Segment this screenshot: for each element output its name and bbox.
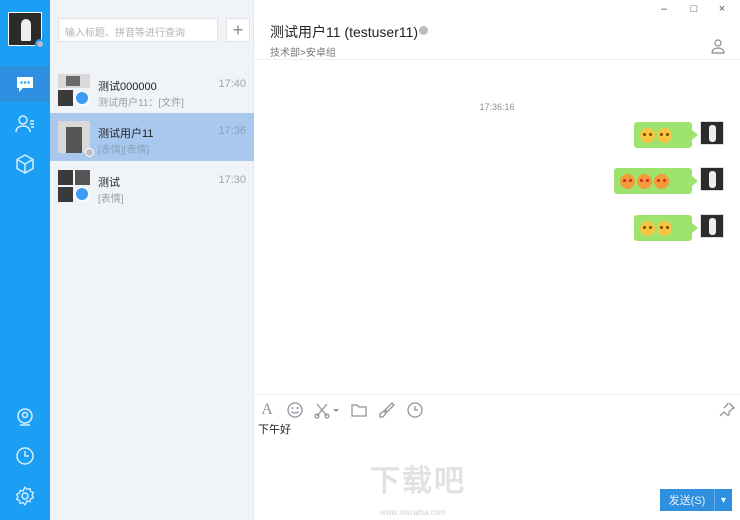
close-button[interactable]: × [714,2,730,16]
conversation-time: 17:30 [218,174,246,186]
emoji-icon [640,220,655,236]
conversation-name: 测试用户11 [98,128,154,140]
nav-apps[interactable] [0,146,50,182]
conversation-preview: [表情][表情] [98,145,150,156]
conversation-time: 17:36 [218,125,246,137]
sender-avatar [700,167,724,191]
message-bubble[interactable] [614,168,698,194]
emoji-icon [657,127,672,143]
emoji-icon [637,173,652,189]
conversation-name: 测试000000 [98,81,157,93]
message-bubble[interactable] [634,215,698,241]
sender-avatar [700,214,724,238]
user-profile-icon[interactable] [710,38,726,54]
my-status-dot [35,39,45,49]
conversation-time: 17:40 [218,78,246,90]
left-rail [0,0,50,520]
location-pin-icon [17,408,33,426]
watermark-logo: 下载吧 [370,465,466,498]
gear-icon [15,486,35,506]
group-avatar [58,170,90,202]
send-options-dropdown[interactable]: ▾ [714,489,732,511]
contacts-icon [15,115,34,133]
message-composer: A 下午好 发送(S) ▾ [254,394,740,520]
conversation-row[interactable]: 测试 17:30 [表情] [50,162,254,210]
add-conversation-button[interactable]: + [226,18,250,42]
conversation-list: 输入标题、拼音等进行查询 + 测试000000 17:40 测试用户11：[文件… [50,0,254,520]
send-button[interactable]: 发送(S) [660,489,714,511]
avatar-figure [21,19,31,41]
conversation-row-selected[interactable]: 测试用户11 17:36 [表情][表情] [50,113,254,161]
emoji-icon [657,220,672,236]
message-timestamp: 17:36:16 [479,102,515,112]
emoji-icon [640,127,655,143]
nav-location[interactable] [0,400,50,436]
search-input[interactable]: 输入标题、拼音等进行查询 [58,18,218,42]
minimize-button[interactable]: – [656,2,672,16]
font-icon[interactable]: A [258,401,276,419]
my-avatar[interactable] [8,12,45,49]
nav-history[interactable] [0,438,50,474]
nav-contacts[interactable] [0,106,50,142]
chat-department: 技术部>安卓组 [270,48,336,59]
emoji-icon [654,173,669,189]
watermark-url: www.xiazaiba.com [380,508,446,517]
screenshot-scissors-icon[interactable] [314,401,340,419]
emoji-icon [620,173,635,189]
message-input[interactable]: 下午好 [258,421,291,437]
nav-messages[interactable] [0,66,50,102]
nav-settings[interactable] [0,478,50,514]
conversation-preview: [表情] [98,194,124,205]
emoji-picker-icon[interactable] [286,401,304,419]
conversation-name: 测试 [98,177,120,189]
conversation-row[interactable]: 测试000000 17:40 测试用户11：[文件] [50,66,254,114]
chat-header: – □ × 测试用户11 (testuser11) 技术部>安卓组 [254,0,740,60]
folder-icon[interactable] [350,401,368,419]
contact-avatar [58,121,94,157]
chat-title: 测试用户11 (testuser11) [270,24,419,40]
chat-panel: – □ × 测试用户11 (testuser11) 技术部>安卓组 17:36:… [254,0,740,520]
pin-icon[interactable] [718,401,736,419]
brush-icon[interactable] [378,401,396,419]
conversation-preview: 测试用户11：[文件] [98,98,184,109]
sender-avatar [700,121,724,145]
cube-icon [16,154,34,174]
history-clock-icon[interactable] [406,401,424,419]
presence-dot [419,26,428,35]
message-bubble[interactable] [634,122,698,148]
chat-bubble-icon [17,77,33,92]
clock-icon [16,447,34,465]
group-avatar [58,74,90,106]
maximize-button[interactable]: □ [686,2,702,16]
